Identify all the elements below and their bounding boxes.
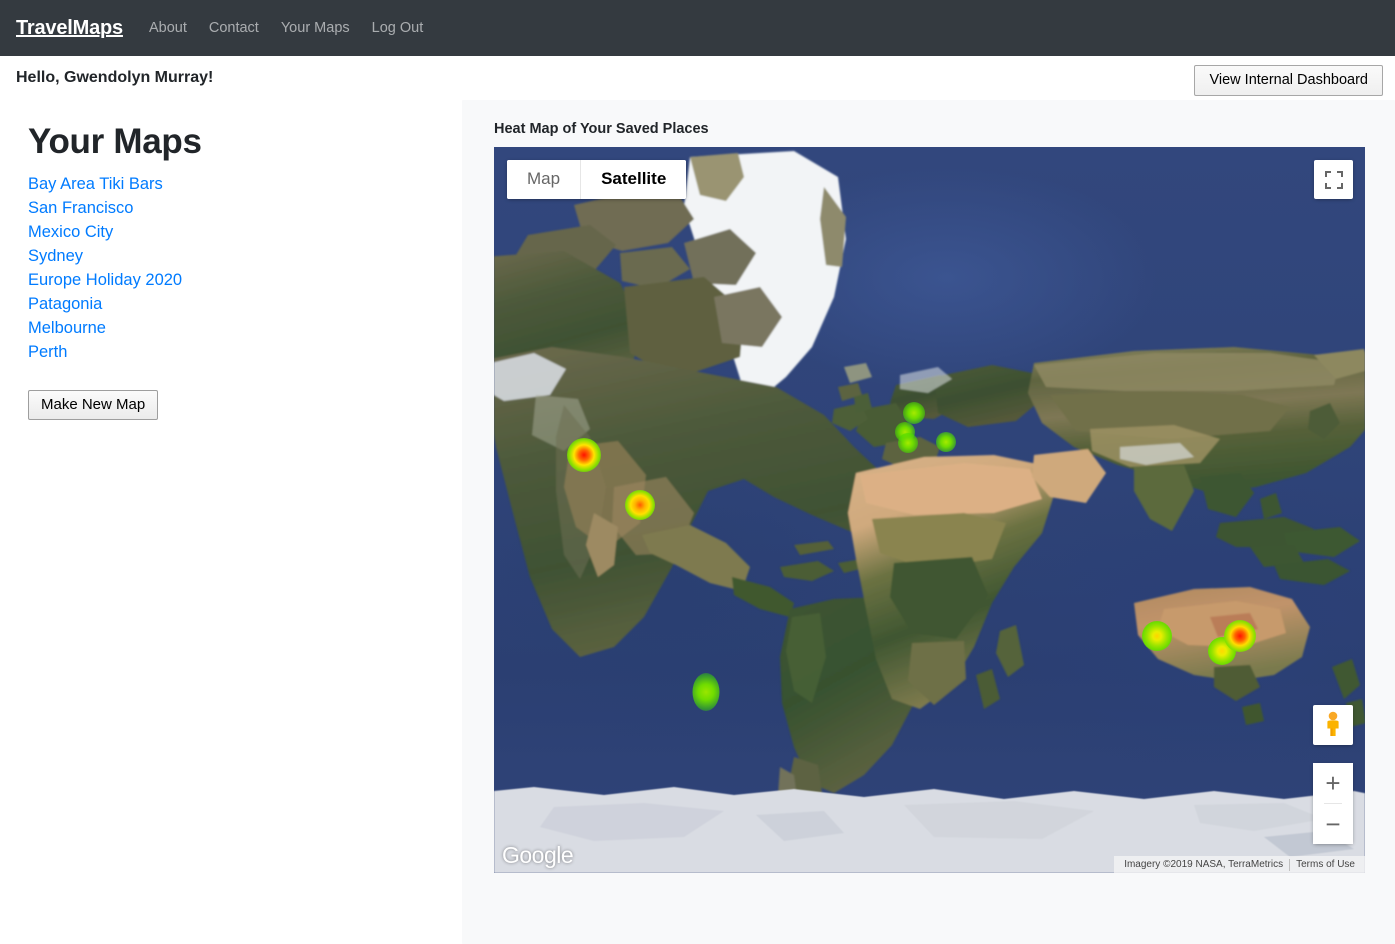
list-item: Sydney <box>28 244 446 268</box>
nav-link-contact[interactable]: Contact <box>209 20 259 36</box>
greeting-row: Hello, Gwendolyn Murray! View Internal D… <box>0 56 1395 100</box>
top-navbar: TravelMaps About Contact Your Maps Log O… <box>0 0 1395 56</box>
zoom-in-button[interactable]: + <box>1313 763 1353 803</box>
nav-link-log-out[interactable]: Log Out <box>372 20 424 36</box>
page-title: Your Maps <box>28 122 202 161</box>
fullscreen-icon <box>1324 170 1343 189</box>
nav-link-about[interactable]: About <box>149 20 187 36</box>
page-content: Your Maps Bay Area Tiki Bars San Francis… <box>0 100 1395 944</box>
list-item: Patagonia <box>28 292 446 316</box>
terms-of-use-link-wrap[interactable]: Terms of Use <box>1290 859 1361 870</box>
map-link-bay-area-tiki-bars[interactable]: Bay Area Tiki Bars <box>28 172 163 196</box>
view-internal-dashboard-button[interactable]: View Internal Dashboard <box>1194 65 1383 96</box>
fullscreen-button[interactable] <box>1314 160 1353 199</box>
map-link-patagonia[interactable]: Patagonia <box>28 292 102 316</box>
nav-link-your-maps[interactable]: Your Maps <box>281 20 350 36</box>
terms-of-use-link[interactable]: Terms of Use <box>1296 859 1355 870</box>
map-link-perth[interactable]: Perth <box>28 340 67 364</box>
list-item: Europe Holiday 2020 <box>28 268 446 292</box>
map-attribution-bar: Imagery ©2019 NASA, TerraMetrics Terms o… <box>1114 856 1365 873</box>
list-item: Mexico City <box>28 220 446 244</box>
zoom-control[interactable]: + − <box>1313 763 1353 844</box>
imagery-attribution: Imagery ©2019 NASA, TerraMetrics <box>1124 859 1284 870</box>
map-type-control[interactable]: Map Satellite <box>507 160 687 199</box>
map-link-europe-holiday-2020[interactable]: Europe Holiday 2020 <box>28 268 182 292</box>
your-maps-sidebar: Your Maps Bay Area Tiki Bars San Francis… <box>0 100 462 420</box>
google-logo: Google <box>502 842 574 868</box>
heat-map-card: Heat Map of Your Saved Places Map Satell… <box>462 100 1395 944</box>
google-map-canvas[interactable]: Map Satellite + − Google Imagery ©2019 N… <box>494 147 1365 873</box>
street-view-pegman-icon <box>1327 711 1339 736</box>
map-landmass-layer <box>494 151 1365 873</box>
make-new-map-button[interactable]: Make New Map <box>28 390 159 420</box>
brand-logo[interactable]: TravelMaps <box>16 17 123 40</box>
zoom-out-button[interactable]: − <box>1313 804 1353 844</box>
map-type-button-satellite[interactable]: Satellite <box>580 160 687 199</box>
map-link-melbourne[interactable]: Melbourne <box>28 316 106 340</box>
street-view-pegman-button[interactable] <box>1313 705 1353 745</box>
list-item: Melbourne <box>28 316 446 340</box>
list-item: Perth <box>28 340 446 364</box>
heat-map-title: Heat Map of Your Saved Places <box>494 121 709 137</box>
nav-links: About Contact Your Maps Log Out <box>149 20 423 36</box>
map-link-mexico-city[interactable]: Mexico City <box>28 220 113 244</box>
map-link-sydney[interactable]: Sydney <box>28 244 83 268</box>
list-item: San Francisco <box>28 196 446 220</box>
map-type-button-map[interactable]: Map <box>507 160 581 199</box>
saved-maps-list: Bay Area Tiki Bars San Francisco Mexico … <box>28 172 446 364</box>
list-item: Bay Area Tiki Bars <box>28 172 446 196</box>
map-link-san-francisco[interactable]: San Francisco <box>28 196 133 220</box>
greeting-text: Hello, Gwendolyn Murray! <box>16 69 214 86</box>
